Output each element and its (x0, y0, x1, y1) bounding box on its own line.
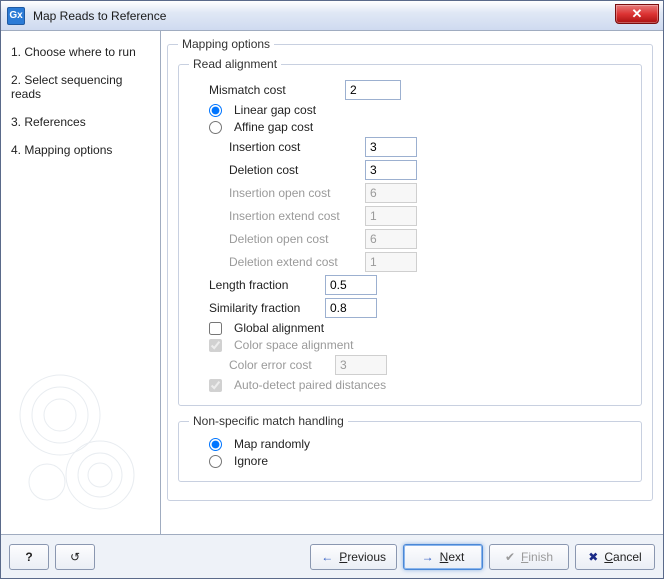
sidebar-step-2: 2. Select sequencing reads (11, 69, 150, 111)
next-label-rest: ext (448, 550, 464, 564)
insertion-cost-input[interactable] (365, 137, 417, 157)
similarity-fraction-label: Similarity fraction (209, 301, 319, 315)
help-icon: ? (25, 550, 32, 564)
wizard-sidebar: 1. Choose where to run 2. Select sequenc… (1, 31, 161, 534)
help-button[interactable]: ? (9, 544, 49, 570)
linear-gap-radio[interactable] (209, 104, 222, 117)
deletion-extend-input (365, 252, 417, 272)
length-fraction-input[interactable] (325, 275, 377, 295)
global-alignment-label: Global alignment (234, 321, 324, 335)
previous-label-rest: revious (347, 550, 386, 564)
check-icon (505, 550, 515, 564)
cancel-button[interactable]: Cancel (575, 544, 655, 570)
affine-gap-label: Affine gap cost (234, 120, 313, 134)
cross-icon (588, 550, 598, 564)
sidebar-step-1: 1. Choose where to run (11, 41, 150, 69)
length-fraction-label: Length fraction (209, 278, 319, 292)
deletion-cost-input[interactable] (365, 160, 417, 180)
wizard-window: Gx Map Reads to Reference ✕ 1. Choose wh… (0, 0, 664, 579)
color-space-checkbox (209, 339, 222, 352)
close-button[interactable]: ✕ (615, 4, 659, 24)
color-error-label: Color error cost (229, 358, 329, 372)
deletion-extend-label: Deletion extend cost (229, 255, 359, 269)
nonspecific-legend: Non-specific match handling (189, 414, 348, 428)
auto-detect-checkbox (209, 379, 222, 392)
watermark-swirl-icon (5, 360, 155, 530)
insertion-extend-input (365, 206, 417, 226)
global-alignment-checkbox[interactable] (209, 322, 222, 335)
ignore-label: Ignore (234, 454, 268, 468)
reset-button[interactable]: ↺ (55, 544, 95, 570)
finish-label-rest: inish (528, 550, 553, 564)
read-alignment-legend: Read alignment (189, 57, 281, 71)
mapping-options-legend: Mapping options (178, 37, 274, 51)
finish-button[interactable]: Finish (489, 544, 569, 570)
map-randomly-label: Map randomly (234, 437, 310, 451)
wizard-footer: ? ↺ Previous Next Finish Cancel (1, 534, 663, 578)
affine-gap-radio[interactable] (209, 121, 222, 134)
sidebar-step-4: 4. Mapping options (11, 139, 150, 167)
deletion-open-input (365, 229, 417, 249)
insertion-cost-label: Insertion cost (229, 140, 359, 154)
ignore-radio[interactable] (209, 455, 222, 468)
wizard-content: Mapping options Read alignment Mismatch … (161, 31, 663, 534)
undo-icon: ↺ (70, 550, 80, 564)
next-button[interactable]: Next (403, 544, 483, 570)
insertion-open-input (365, 183, 417, 203)
arrow-left-icon (321, 550, 333, 564)
deletion-open-label: Deletion open cost (229, 232, 359, 246)
sidebar-step-3: 3. References (11, 111, 150, 139)
read-alignment-group: Read alignment Mismatch cost Linear gap … (178, 57, 642, 406)
cancel-accel: C (604, 550, 613, 564)
previous-button[interactable]: Previous (310, 544, 397, 570)
close-icon: ✕ (632, 6, 643, 22)
auto-detect-label: Auto-detect paired distances (234, 378, 386, 392)
mapping-options-group: Mapping options Read alignment Mismatch … (167, 37, 653, 501)
nonspecific-group: Non-specific match handling Map randomly… (178, 414, 642, 482)
color-error-input (335, 355, 387, 375)
insertion-open-label: Insertion open cost (229, 186, 359, 200)
title-bar: Gx Map Reads to Reference ✕ (1, 1, 663, 31)
insertion-extend-label: Insertion extend cost (229, 209, 359, 223)
cancel-label-rest: ancel (613, 550, 642, 564)
mismatch-cost-input[interactable] (345, 80, 401, 100)
arrow-right-icon (422, 550, 434, 564)
color-space-label: Color space alignment (234, 338, 353, 352)
map-randomly-radio[interactable] (209, 438, 222, 451)
window-title: Map Reads to Reference (33, 9, 166, 23)
app-icon: Gx (7, 7, 25, 25)
linear-gap-label: Linear gap cost (234, 103, 316, 117)
mismatch-cost-label: Mismatch cost (209, 83, 339, 97)
deletion-cost-label: Deletion cost (229, 163, 359, 177)
similarity-fraction-input[interactable] (325, 298, 377, 318)
